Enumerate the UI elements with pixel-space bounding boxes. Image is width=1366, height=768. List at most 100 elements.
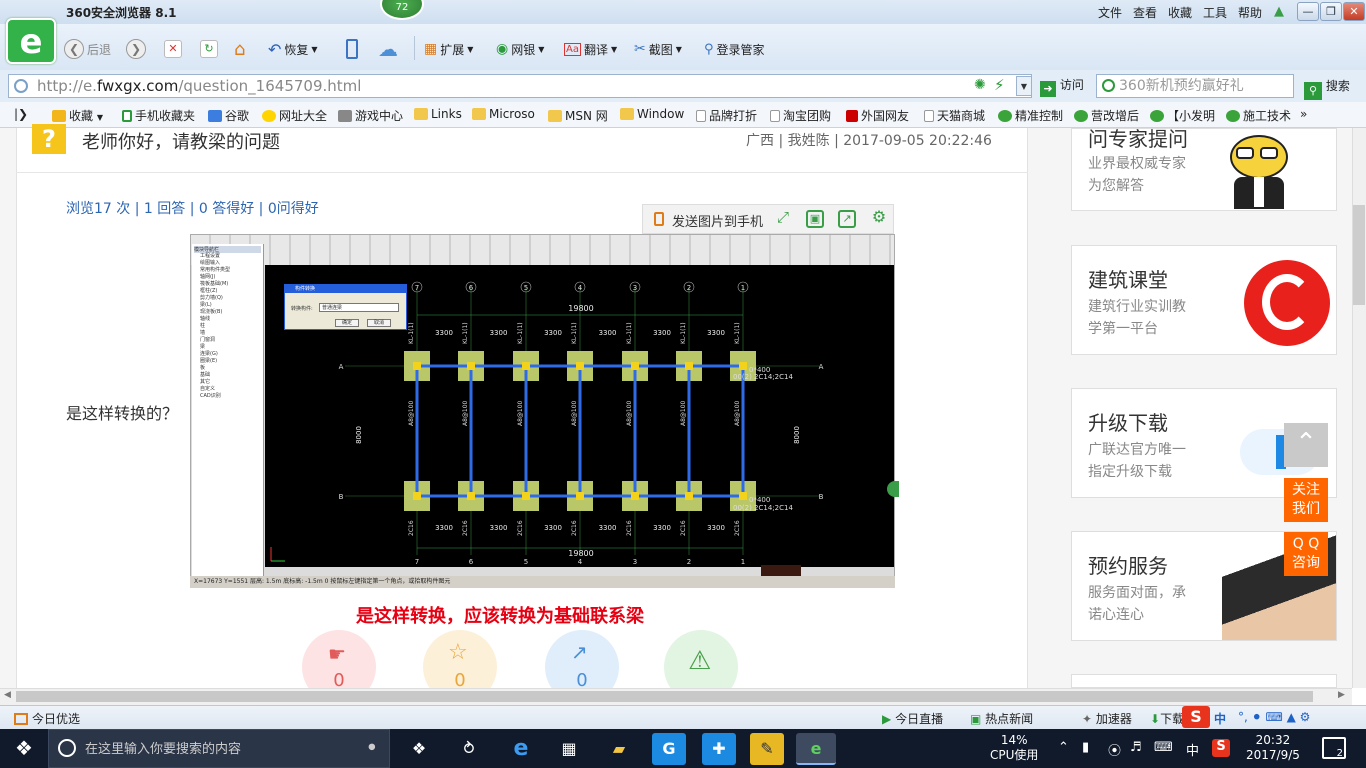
url-dropdown-icon[interactable]: ▼	[1016, 76, 1032, 96]
glodon-app-icon[interactable]: G	[652, 733, 686, 765]
file-explorer-icon[interactable]: ▰	[602, 733, 636, 765]
screenshot-button[interactable]: ✂ 截图 ▼	[634, 38, 682, 60]
search-engine-icon[interactable]	[1102, 79, 1115, 92]
app-swirl-icon[interactable]: ⥁	[452, 733, 486, 765]
stop-button[interactable]: ✕	[164, 38, 182, 60]
tree-item[interactable]: 连梁(G)	[194, 351, 261, 358]
vertical-scroll-thumb[interactable]	[1353, 205, 1365, 305]
scroll-right-icon[interactable]: ▶	[1338, 690, 1345, 700]
dialog-select[interactable]: 普通连梁	[319, 303, 399, 312]
visit-button[interactable]: ➜ 访问	[1040, 76, 1084, 97]
ime-tools-icon[interactable]: °, ⚫ ⌨ ▲ ⚙	[1238, 710, 1310, 724]
dialog-cancel-button[interactable]: 取消	[367, 319, 391, 327]
fav-windows[interactable]: Window	[620, 107, 684, 121]
fav-tmall[interactable]: 天猫商城	[924, 107, 985, 124]
fav-invention[interactable]: 【小发明	[1150, 107, 1215, 124]
fav-construction[interactable]: 施工技术	[1226, 107, 1291, 124]
tree-item[interactable]: 轴线	[194, 316, 261, 323]
close-button[interactable]: ✕	[1343, 2, 1365, 21]
windows-start-icon[interactable]: ❖	[0, 729, 48, 768]
fav-more-icon[interactable]: »	[1300, 107, 1307, 121]
tree-item[interactable]: CAD识别	[194, 393, 261, 400]
tree-item[interactable]: 自定义	[194, 386, 261, 393]
fav-google[interactable]: 谷歌	[208, 107, 249, 124]
tree-item[interactable]: 柱	[194, 323, 261, 330]
extend-button[interactable]: ▦ 扩展 ▼	[424, 38, 473, 60]
ime-mode[interactable]: 中	[1214, 710, 1226, 727]
horizontal-scroll-thumb[interactable]	[16, 691, 1313, 702]
today-live[interactable]: ▶ 今日直播	[882, 710, 943, 727]
send-to-phone-button[interactable]: 发送图片到手机	[672, 211, 763, 230]
fav-foreign[interactable]: 外国网友	[846, 107, 909, 124]
app-plus-icon[interactable]: ✚	[702, 733, 736, 765]
tree-item[interactable]: 框柱(Z)	[194, 288, 261, 295]
tree-item[interactable]: 墙	[194, 330, 261, 337]
minimize-button[interactable]: —	[1297, 2, 1319, 21]
tree-item[interactable]: 常用构件类型	[194, 267, 261, 274]
speed-icon[interactable]: ⚡	[994, 76, 1005, 94]
download-status[interactable]: ⬇下载	[1150, 710, 1184, 727]
tree-item[interactable]: 筏板基础(M)	[194, 281, 261, 288]
sogou-ime-icon[interactable]: S	[1182, 706, 1210, 728]
browser-360-task-icon[interactable]: e	[796, 733, 836, 765]
accelerator[interactable]: ✦ 加速器	[1082, 710, 1132, 727]
search-button[interactable]: ⚲ 搜索	[1304, 77, 1350, 100]
fav-precise[interactable]: 精准控制	[998, 107, 1063, 124]
restore-button[interactable]: ↶ 恢复 ▼	[268, 38, 318, 60]
expert-card[interactable]: 问专家提问 业界最权威专家 为您解答	[1071, 127, 1337, 211]
menu-file[interactable]: 文件	[1098, 4, 1122, 21]
translate-button[interactable]: Aa 翻译 ▼	[564, 38, 617, 60]
store-icon[interactable]: ▦	[552, 733, 586, 765]
edge-browser-icon[interactable]: e	[504, 733, 538, 765]
today-picks[interactable]: 今日优选	[14, 710, 80, 727]
cloud-button[interactable]: ☁	[378, 37, 398, 61]
tree-item[interactable]: 轴网(J)	[194, 274, 261, 281]
tree-item[interactable]: 现浇板(B)	[194, 309, 261, 316]
fav-games[interactable]: 游戏中心	[338, 107, 403, 124]
back-to-top-icon[interactable]: ⌃	[1284, 423, 1328, 467]
home-button[interactable]: ⌂	[234, 38, 245, 60]
menu-help[interactable]: 帮助	[1238, 4, 1262, 21]
qq-consult-button[interactable]: Q Q 咨询	[1284, 532, 1328, 576]
refresh-button[interactable]: ↻	[200, 38, 218, 60]
taskbar-ime[interactable]: 中	[1186, 740, 1199, 759]
back-button[interactable]: ❮ 后退	[64, 38, 111, 60]
fav-msn[interactable]: MSN 网	[548, 107, 608, 124]
tray-up-icon[interactable]: ⌃	[1058, 740, 1069, 755]
skin-icon[interactable]: ▲	[1274, 4, 1290, 19]
tree-item[interactable]: 工程设置	[194, 253, 261, 260]
taskbar-search-input[interactable]: 在这里输入你要搜索的内容	[48, 729, 390, 768]
system-clock[interactable]: 20:32 2017/9/5	[1246, 733, 1300, 763]
keyboard-icon[interactable]: ⌨	[1154, 740, 1173, 755]
battery-icon[interactable]: ▮	[1082, 740, 1089, 755]
wifi-icon[interactable]: ⦿	[1108, 740, 1121, 759]
menu-favorites[interactable]: 收藏	[1168, 4, 1192, 21]
fav-microsoft[interactable]: Microso	[472, 107, 535, 121]
fav-links[interactable]: Links	[414, 107, 462, 121]
search-input[interactable]: 360新机预约赢好礼	[1096, 74, 1294, 98]
settings-gear-icon[interactable]: ⚙	[870, 209, 888, 228]
task-view-icon[interactable]: ❖	[402, 733, 436, 765]
maximize-button[interactable]: ❐	[1320, 2, 1342, 21]
forward-button[interactable]: ❯	[126, 38, 146, 60]
tree-item[interactable]: 剪力墙(Q)	[194, 295, 261, 302]
sogou-tray-icon[interactable]: S	[1212, 739, 1230, 757]
fav-collect[interactable]: 收藏 ▼	[52, 107, 103, 124]
tree-item[interactable]: 其它	[194, 379, 261, 386]
tree-item[interactable]: 圈梁(E)	[194, 358, 261, 365]
fav-mobile[interactable]: 手机收藏夹	[122, 107, 195, 124]
tree-item[interactable]: 基础	[194, 372, 261, 379]
url-field[interactable]: http://e.fwxgx.com/question_1645709.html	[8, 74, 1032, 98]
bank-button[interactable]: ◉ 网银 ▼	[496, 38, 544, 60]
login-manager-button[interactable]: ⚲ 登录管家	[704, 38, 765, 60]
phone-button[interactable]	[346, 38, 358, 60]
follow-us-button[interactable]: 关注 我们	[1284, 478, 1328, 522]
notification-center-icon[interactable]: 2	[1322, 737, 1346, 759]
microphone-icon[interactable]: ⚫	[366, 740, 378, 756]
tree-item[interactable]: 绘图输入	[194, 260, 261, 267]
fullscreen-icon[interactable]: ⤢	[774, 210, 792, 228]
menu-view[interactable]: 查看	[1133, 4, 1157, 21]
tree-item[interactable]: 门窗洞	[194, 337, 261, 344]
tree-item[interactable]: 梁(L)	[194, 302, 261, 309]
tree-item[interactable]: 梁	[194, 344, 261, 351]
